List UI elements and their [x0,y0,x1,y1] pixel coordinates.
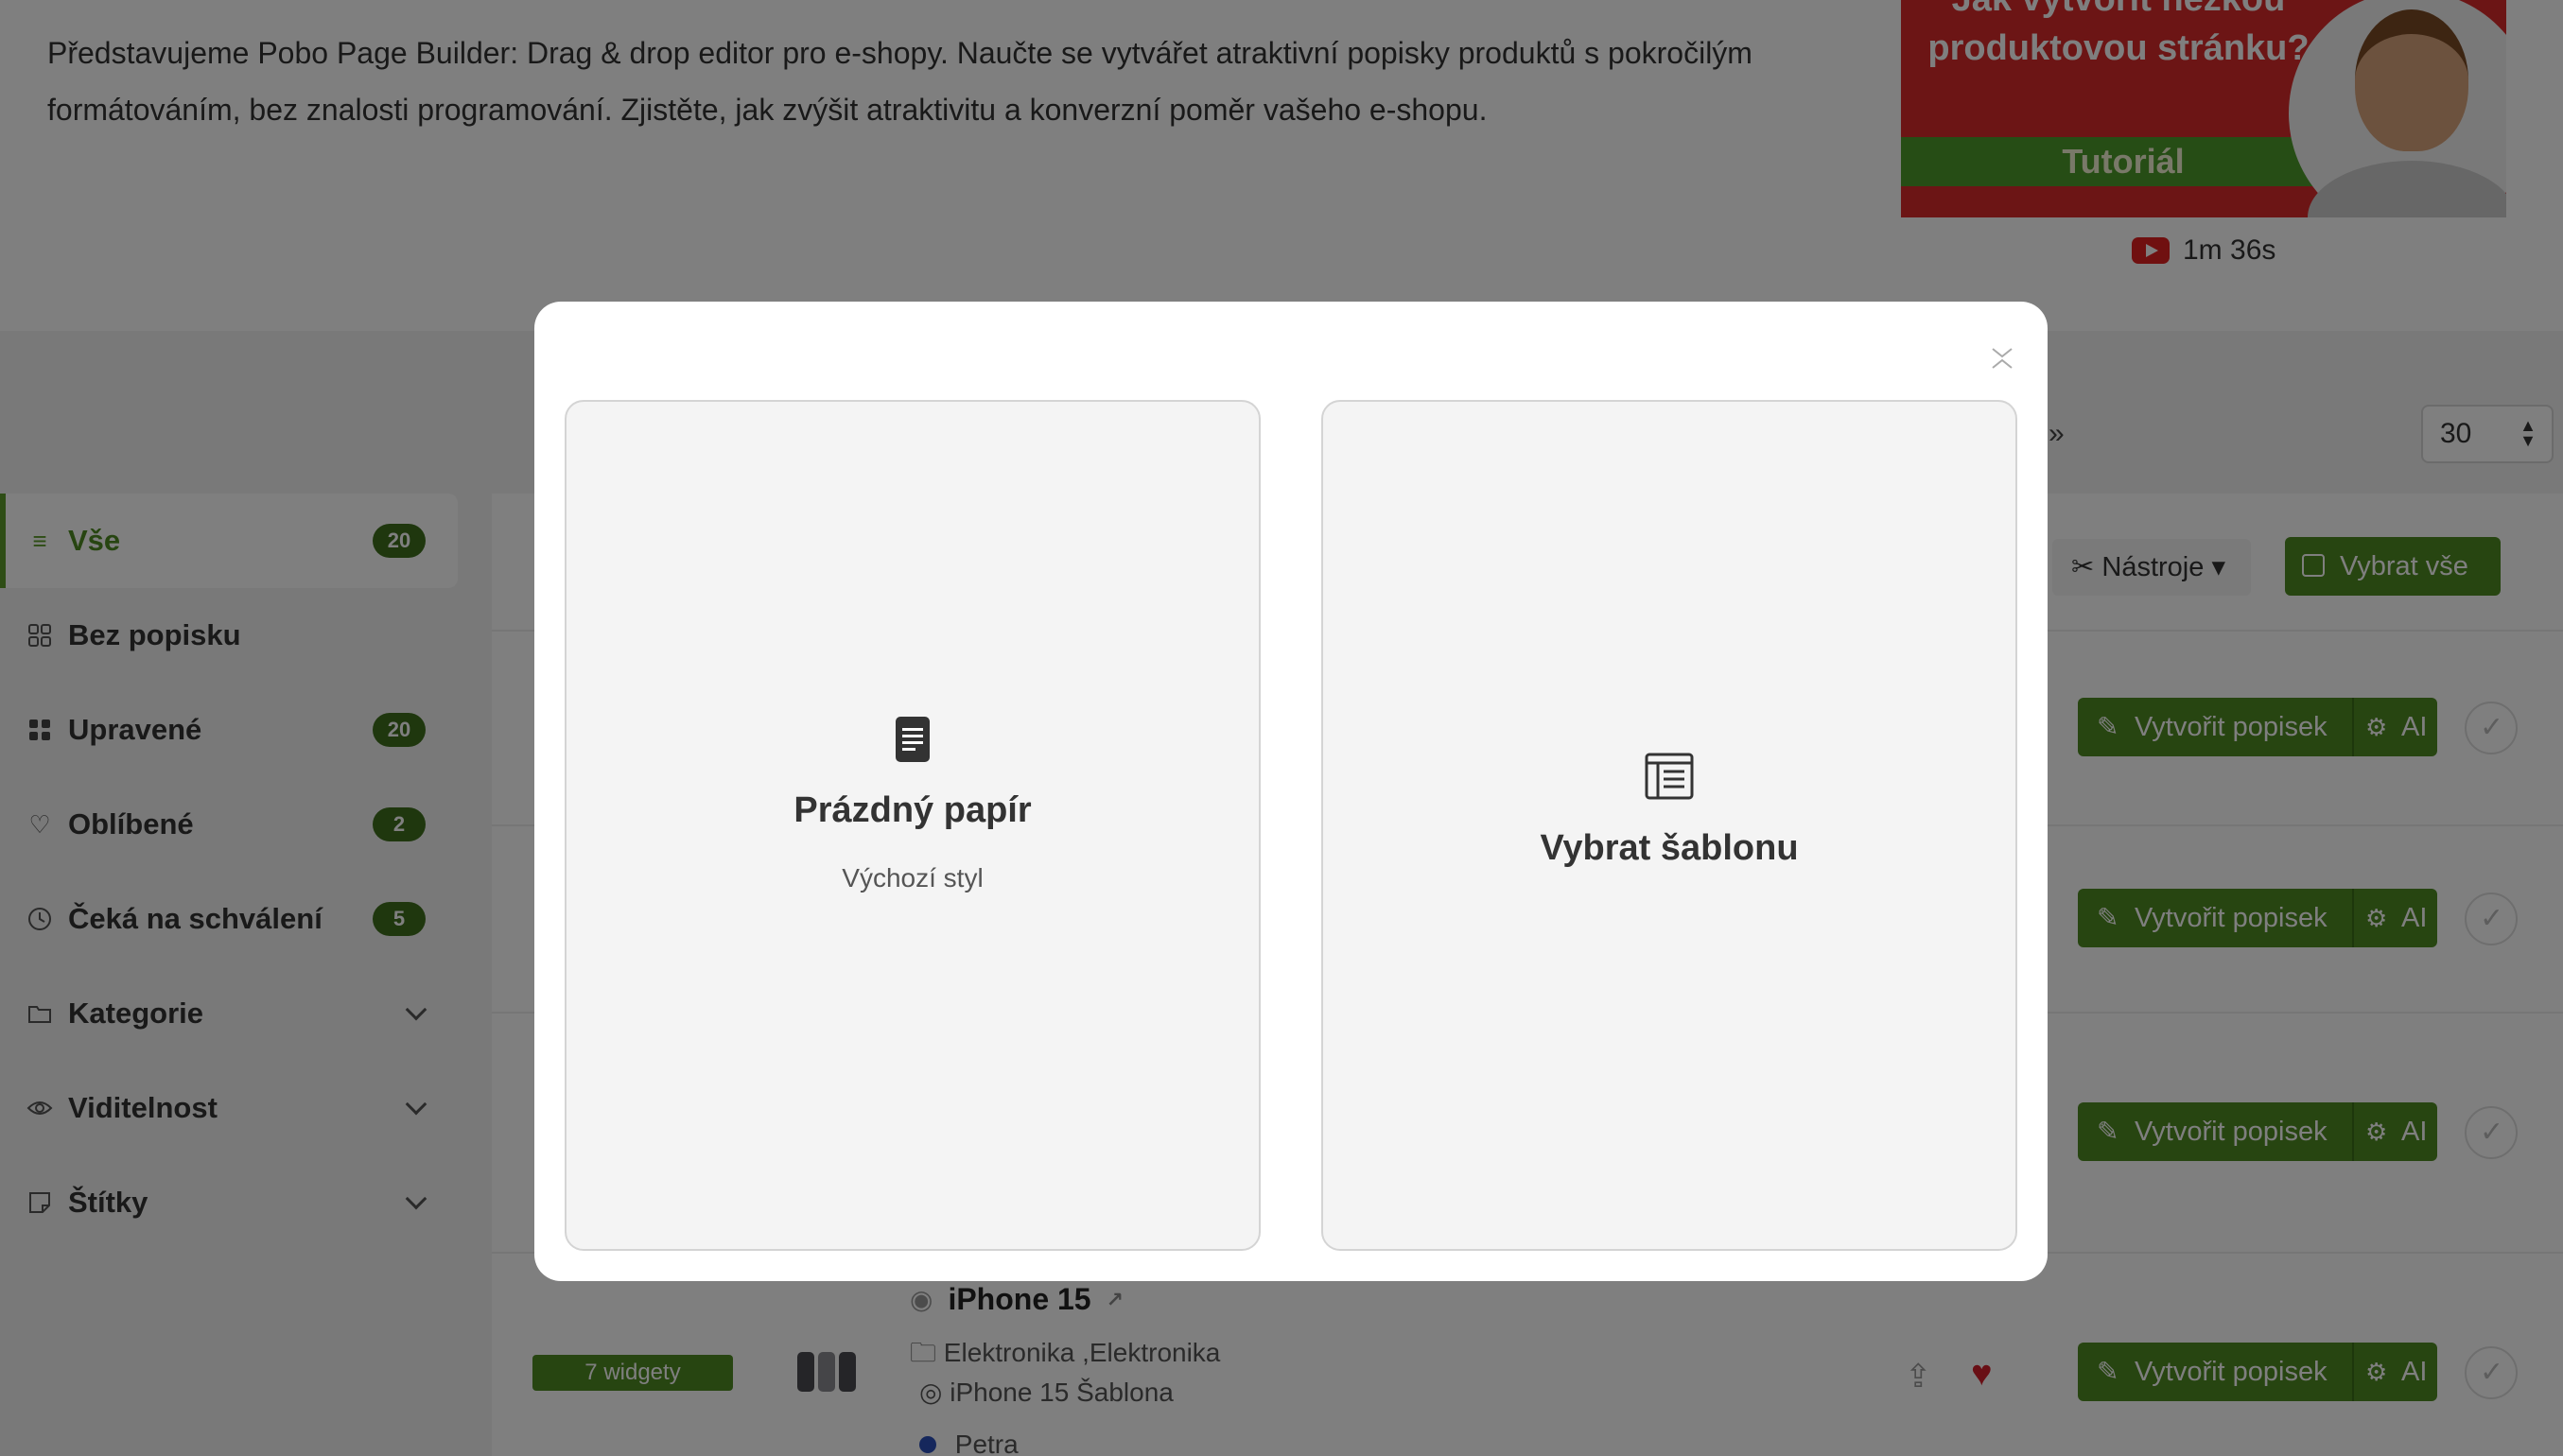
blank-page-option[interactable]: Prázdný papír Výchozí styl [565,400,1261,1251]
blank-page-subtitle: Výchozí styl [842,863,984,893]
choose-template-option[interactable]: Vybrat šablonu [1321,400,2017,1251]
choose-template-content: Vybrat šablonu [1323,752,2015,869]
close-icon[interactable] [1985,341,2019,375]
template-list-icon [1645,752,1694,806]
choose-template-title: Vybrat šablonu [1540,828,1799,868]
blank-page-content: Prázdný papír Výchozí styl [567,716,1259,893]
blank-page-title: Prázdný papír [793,790,1032,830]
create-description-modal: Prázdný papír Výchozí styl Vybrat šablon… [534,302,2048,1281]
document-icon [895,716,931,768]
